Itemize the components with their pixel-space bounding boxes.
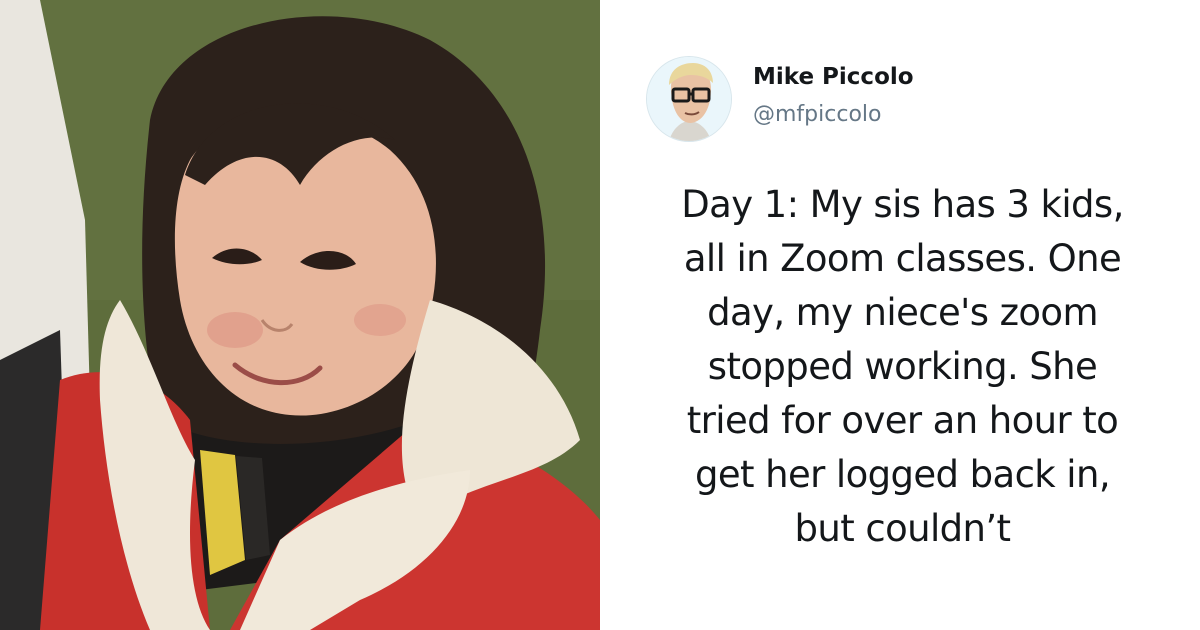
tweet-card: Mike Piccolo @mfpiccolo Day 1: My sis ha… [0,0,1200,630]
tweet-text-line: Day 1: My sis has 3 kids, [681,183,1124,226]
tweet-text-line: tried for over an hour to [686,399,1119,442]
author-handle[interactable]: @mfpiccolo [753,102,881,127]
tweet-text-line: stopped working. She [707,345,1098,388]
tweet-text-line: day, my niece's zoom [707,291,1098,334]
tweet-text-line: all in Zoom classes. One [683,237,1122,280]
tweet-panel: Mike Piccolo @mfpiccolo Day 1: My sis ha… [600,0,1200,630]
author-name[interactable]: Mike Piccolo [753,64,914,90]
tweet-text-line: get her logged back in, [695,453,1111,496]
tweet-text: Day 1: My sis has 3 kids, all in Zoom cl… [620,178,1185,556]
photo-illustration [0,0,600,630]
avatar-icon[interactable] [646,56,732,142]
girl-photo [0,0,600,630]
tweet-text-line: but couldn’t [794,507,1012,550]
